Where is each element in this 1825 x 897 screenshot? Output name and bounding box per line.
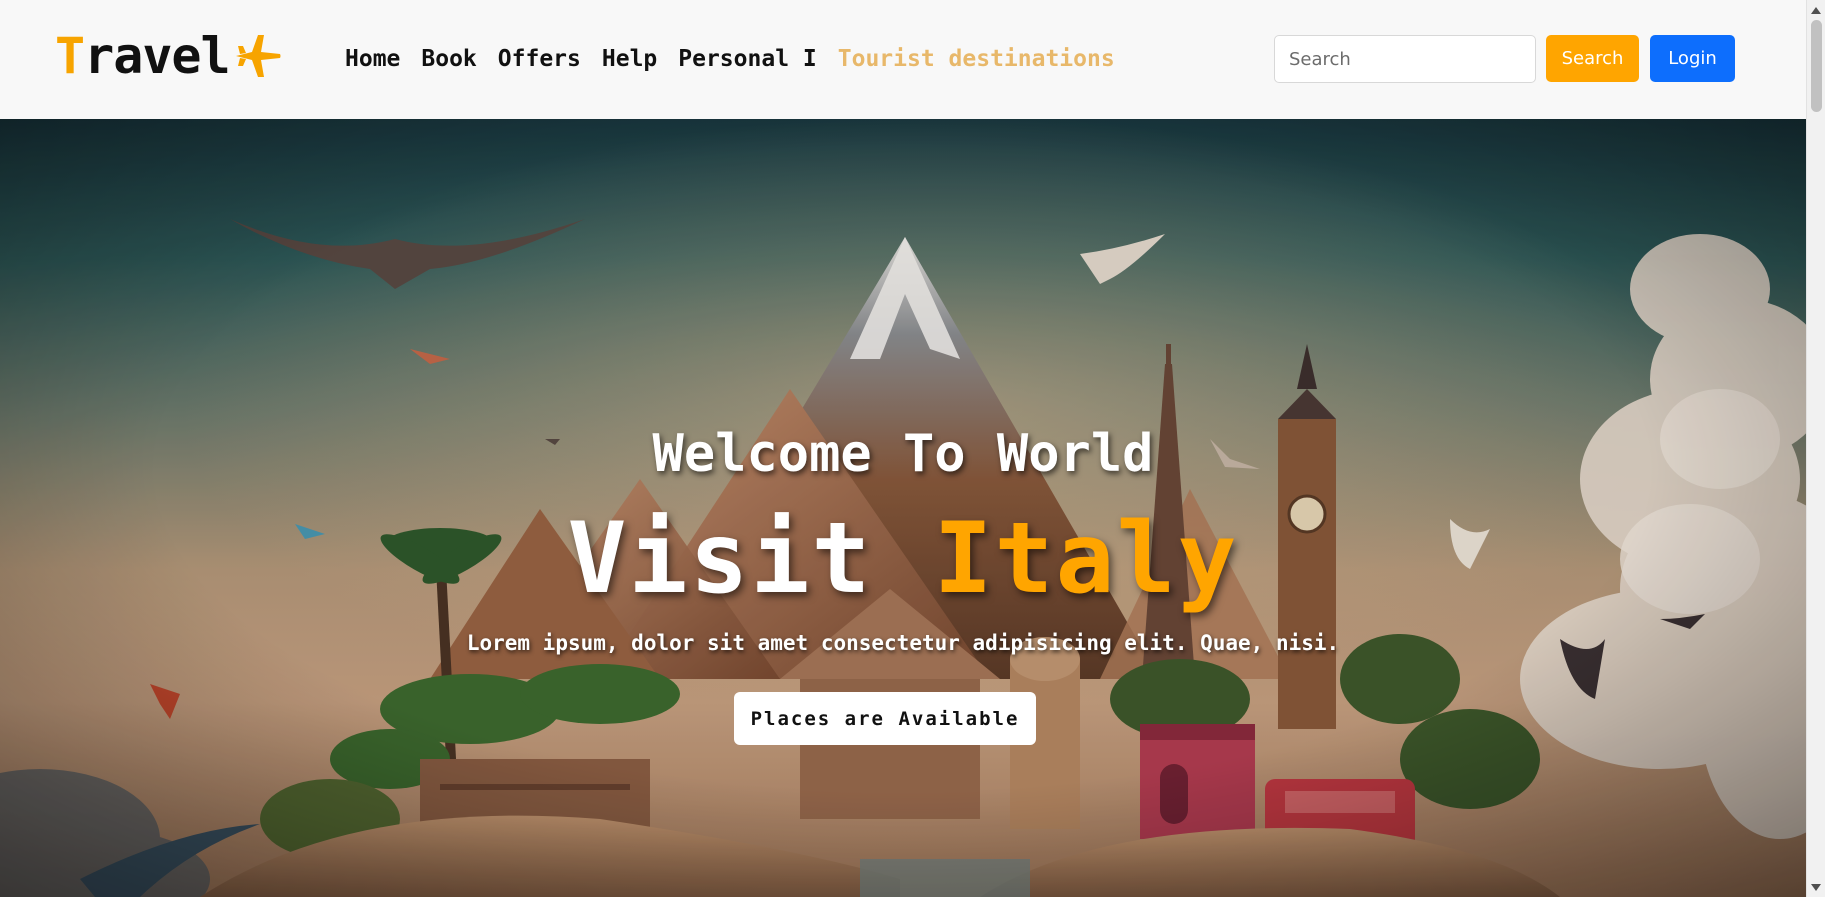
main-nav: Home Book Offers Help Personal I Tourist… <box>345 40 1136 78</box>
hero-title-visit: Visit <box>567 502 934 616</box>
hero-content: Welcome To World Visit Italy Lorem ipsum… <box>0 119 1806 897</box>
brand-logo[interactable]: Travel <box>55 26 282 86</box>
hero-title-italy: Italy <box>933 502 1239 616</box>
airplane-icon <box>234 33 282 79</box>
navbar: Travel Home Book Offers Help Personal I … <box>0 0 1806 119</box>
search-button[interactable]: Search <box>1546 35 1639 82</box>
places-available-button[interactable]: Places are Available <box>734 692 1036 745</box>
scroll-up-arrow-icon[interactable] <box>1811 7 1821 14</box>
nav-help[interactable]: Help <box>602 46 657 72</box>
hero-section: Welcome To World Visit Italy Lorem ipsum… <box>0 119 1806 897</box>
hero-title: Visit Italy <box>0 502 1806 616</box>
nav-offers[interactable]: Offers <box>498 46 581 72</box>
search-input[interactable] <box>1274 35 1536 83</box>
login-button[interactable]: Login <box>1650 35 1735 82</box>
nav-home[interactable]: Home <box>345 46 400 72</box>
nav-book[interactable]: Book <box>421 46 476 72</box>
brand-first-letter: T <box>55 27 85 85</box>
scroll-thumb[interactable] <box>1811 20 1822 112</box>
scroll-down-arrow-icon[interactable] <box>1811 884 1821 891</box>
nav-tourist-destinations[interactable]: Tourist destinations <box>838 46 1115 72</box>
brand-name: ravel <box>84 27 231 85</box>
hero-description: Lorem ipsum, dolor sit amet consectetur … <box>466 631 1340 655</box>
hero-subtitle: Welcome To World <box>652 424 1154 484</box>
nav-personal[interactable]: Personal I <box>678 46 816 72</box>
page-scrollbar[interactable] <box>1806 0 1825 897</box>
